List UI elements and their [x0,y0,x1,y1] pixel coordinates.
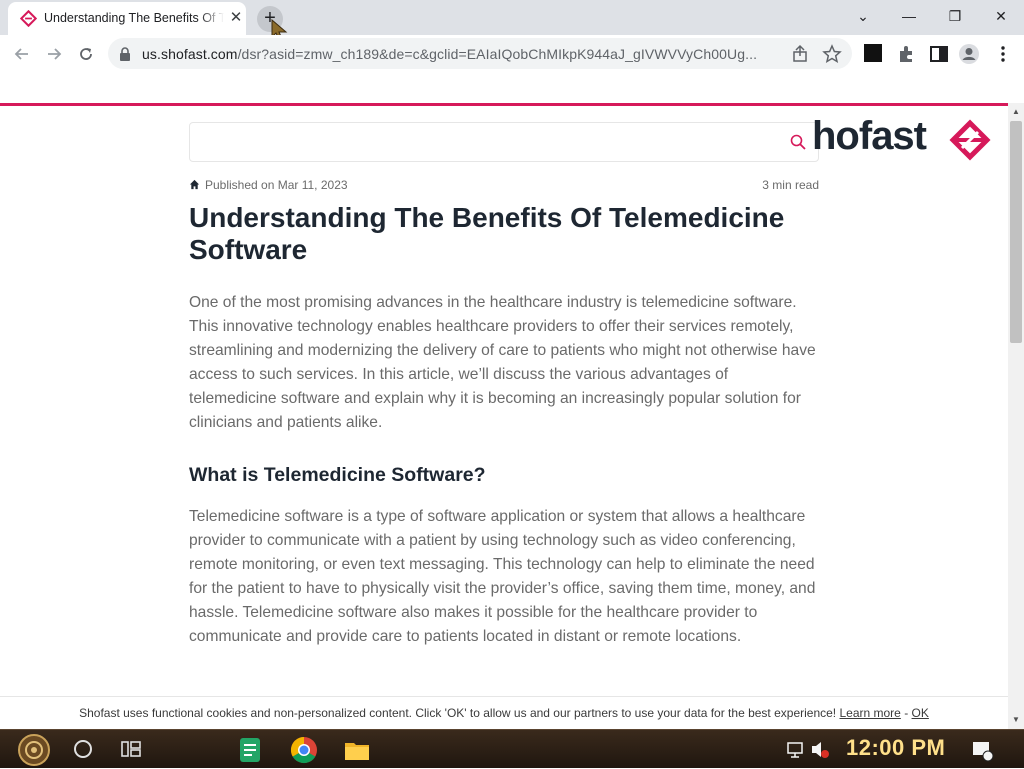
lock-icon [120,47,130,61]
article-title: Understanding The Benefits Of Telemedici… [189,202,785,265]
logo-text: hofast [812,114,927,158]
learn-more-link[interactable]: Learn more [839,706,900,720]
section-paragraph: Telemedicine software is a type of softw… [189,508,816,645]
reload-icon [80,48,92,60]
chrome-menu-icon[interactable] [992,43,1014,65]
cookie-separator: - [904,706,909,720]
back-arrow-icon [14,48,28,60]
home-icon [189,179,200,190]
taskbar-clock[interactable]: 12:00 PM [846,735,945,761]
cookie-ok-link[interactable]: OK [912,706,929,720]
forward-arrow-icon [48,48,62,60]
page-scrollbar[interactable]: ▲ ▼ [1008,103,1024,729]
cortana-search-icon[interactable] [74,740,92,758]
url-text[interactable]: us.shofast.com/dsr?asid=zmw_ch189&de=c&g… [142,46,782,62]
site-search-input[interactable] [189,122,819,162]
shofast-favicon-icon [20,10,37,27]
article-meta: Published on Mar 11, 2023 3 min read [189,178,819,194]
reload-button[interactable] [73,41,99,67]
bookmark-star-icon[interactable] [822,44,842,64]
published-date: Published on Mar 11, 2023 [205,178,348,192]
forward-button[interactable] [41,41,67,67]
url-host: us.shofast.com [142,46,238,62]
task-view-icon[interactable] [120,740,142,758]
profile-avatar-icon[interactable] [958,43,980,65]
section-heading: What is Telemedicine Software? [189,464,486,486]
intro-paragraph: One of the most promising advances in th… [189,294,816,431]
address-bar[interactable]: us.shofast.com/dsr?asid=zmw_ch189&de=c&g… [108,38,852,69]
volume-muted-icon[interactable] [810,730,830,769]
tab-close-icon[interactable]: ✕ [226,8,246,28]
close-window-button[interactable]: ✕ [986,4,1016,28]
url-path: /dsr?asid=zmw_ch189&de=c&gclid=EAIaIQobC… [237,46,758,62]
side-panel-icon[interactable] [928,43,950,65]
notification-center-icon[interactable] [970,730,994,769]
network-icon[interactable] [786,730,804,769]
search-icon[interactable] [790,134,806,150]
share-icon[interactable] [790,44,810,64]
back-button[interactable] [9,41,35,67]
web-page: hofast Published on Mar 11, 2023 3 min r… [0,106,1008,696]
start-button-icon[interactable] [12,732,56,768]
shofast-logo-mark-icon [949,119,991,161]
restore-button[interactable]: ❐ [940,4,970,28]
cookie-banner: Shofast uses functional cookies and non-… [0,696,1008,729]
tab-strip: Understanding The Benefits Of Telemedici… [0,0,1024,43]
file-explorer-icon[interactable] [341,734,373,766]
browser-tab[interactable]: Understanding The Benefits Of Telemedici… [8,2,246,35]
tab-title: Understanding The Benefits Of Telemedici… [44,11,224,25]
cookie-text: Shofast uses functional cookies and non-… [79,706,837,720]
scrollbar-thumb[interactable] [1010,121,1022,343]
read-time: 3 min read [762,178,819,192]
browser-toolbar: us.shofast.com/dsr?asid=zmw_ch189&de=c&g… [0,35,1024,72]
tab-search-icon[interactable]: ⌄ [848,4,878,28]
minimize-button[interactable]: — [894,4,924,28]
scroll-up-arrow-icon[interactable]: ▲ [1008,105,1024,119]
extensions-puzzle-icon[interactable] [896,43,918,65]
chrome-icon[interactable] [288,734,320,766]
sheets-icon[interactable] [234,734,266,766]
extension-app-icon[interactable] [864,44,882,62]
windows-taskbar: 12:00 PM [0,729,1024,768]
shofast-logo[interactable]: hofast [812,114,996,162]
scroll-down-arrow-icon[interactable]: ▼ [1008,713,1024,727]
